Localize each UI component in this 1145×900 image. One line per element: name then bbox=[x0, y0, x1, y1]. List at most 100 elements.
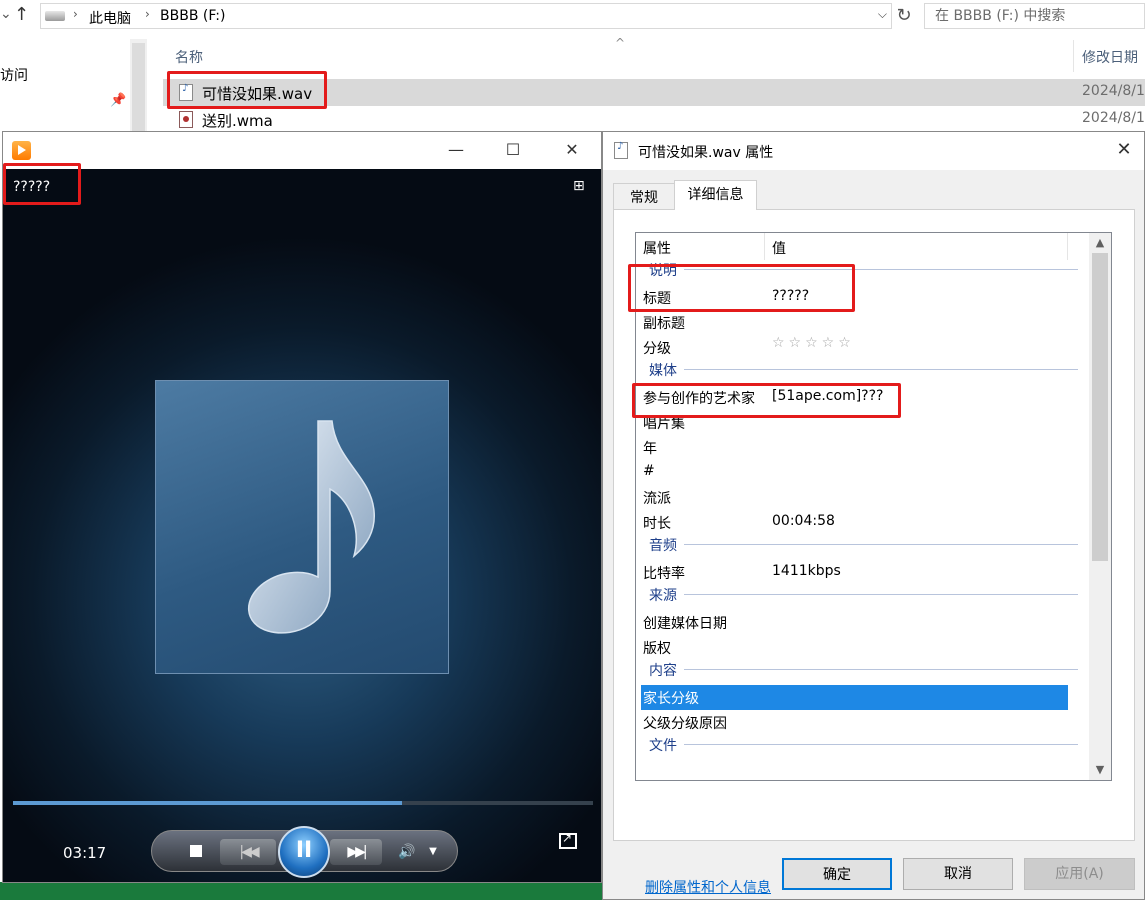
file-row[interactable]: 送别.wma 2024/8/1 bbox=[163, 106, 1145, 133]
chevron-down-icon[interactable]: ▼ bbox=[426, 841, 440, 863]
property-value: 00:04:58 bbox=[772, 513, 835, 529]
column-header-date[interactable]: 修改日期 bbox=[1082, 47, 1138, 67]
address-toolbar: ⌄ ↑ › 此电脑 › BBBB (F:) ⌵ ↻ bbox=[0, 0, 1145, 33]
nav-scrollbar-thumb[interactable] bbox=[132, 43, 145, 131]
property-name: 年 bbox=[643, 441, 657, 457]
close-icon[interactable]: ✕ bbox=[1113, 138, 1135, 162]
column-divider[interactable] bbox=[1073, 40, 1074, 72]
apply-button[interactable]: 应用(A) bbox=[1024, 858, 1135, 890]
property-name: 参与创作的艺术家 bbox=[643, 391, 755, 407]
column-divider[interactable] bbox=[764, 233, 765, 260]
property-row[interactable]: 创建媒体日期 bbox=[636, 610, 1089, 635]
search-box[interactable] bbox=[924, 3, 1145, 29]
maximize-button[interactable]: ☐ bbox=[498, 138, 528, 162]
switch-to-library-icon[interactable]: ⊞ bbox=[573, 178, 585, 194]
scroll-up-icon[interactable]: ▲ bbox=[1089, 233, 1111, 253]
property-row[interactable]: 唱片集 bbox=[636, 410, 1089, 435]
property-name: 标题 bbox=[643, 291, 671, 307]
elapsed-time: 03:17 bbox=[63, 844, 107, 862]
stop-button[interactable] bbox=[188, 843, 204, 859]
chevron-right-icon[interactable]: › bbox=[73, 7, 78, 21]
chevron-down-icon[interactable]: ⌵ bbox=[878, 7, 887, 22]
property-row[interactable]: 年 bbox=[636, 435, 1089, 460]
property-group-header[interactable]: 内容 bbox=[636, 657, 1089, 682]
property-row[interactable]: 家长分级 bbox=[641, 685, 1068, 710]
seek-bar[interactable] bbox=[13, 801, 593, 805]
breadcrumb-this-pc[interactable]: 此电脑 bbox=[89, 8, 131, 28]
column-header-property[interactable]: 属性 bbox=[643, 238, 671, 258]
desktop-background-strip bbox=[0, 882, 602, 900]
scroll-down-icon[interactable]: ▼ bbox=[1089, 760, 1111, 780]
property-name: 流派 bbox=[643, 491, 671, 507]
file-date: 2024/8/1 bbox=[1082, 110, 1145, 126]
property-list-scrollbar[interactable]: ▲ ▼ bbox=[1089, 233, 1111, 780]
property-group-header[interactable]: 说明 bbox=[636, 257, 1089, 282]
ok-button[interactable]: 确定 bbox=[782, 858, 892, 890]
pause-button[interactable]: II bbox=[278, 826, 330, 878]
address-bar[interactable]: › 此电脑 › BBBB (F:) ⌵ bbox=[40, 3, 892, 29]
breadcrumb-drive[interactable]: BBBB (F:) bbox=[160, 8, 225, 24]
group-divider bbox=[684, 544, 1078, 545]
group-divider bbox=[684, 744, 1078, 745]
audio-file-icon bbox=[614, 141, 628, 159]
property-group-label: 内容 bbox=[649, 663, 677, 679]
property-row[interactable]: # bbox=[636, 460, 1089, 485]
player-visualization-area: ????? ⊞ 03:17 |◀◀ II ▶▶| 🔊 ▼ bbox=[3, 169, 601, 882]
property-group-label: 来源 bbox=[649, 588, 677, 604]
back-arrow-icon[interactable]: ⌄ bbox=[0, 6, 12, 26]
column-header-name[interactable]: 名称 bbox=[175, 47, 203, 67]
property-value: ????? bbox=[772, 288, 810, 304]
property-group-header[interactable]: 来源 bbox=[636, 582, 1089, 607]
nav-scrollbar[interactable] bbox=[130, 39, 147, 133]
property-row[interactable]: 参与创作的艺术家 [51ape.com]??? bbox=[636, 385, 1089, 410]
fullscreen-icon[interactable] bbox=[559, 831, 577, 849]
property-list-header: 属性 值 bbox=[636, 233, 1089, 260]
nav-item-quick-access[interactable]: 访问 bbox=[0, 65, 28, 85]
close-button[interactable]: ✕ bbox=[557, 138, 587, 162]
file-row[interactable]: 可惜没如果.wav 2024/8/1 bbox=[163, 79, 1145, 106]
property-list[interactable]: 属性 值 说明 标题????? 副标题 分级 ☆☆☆☆☆ 媒体 参与创作的艺术家 [51ape… bbox=[635, 232, 1112, 781]
property-group-header[interactable]: 媒体 bbox=[636, 357, 1089, 382]
property-group-label: 文件 bbox=[649, 738, 677, 754]
rating-stars[interactable]: ☆☆☆☆☆ bbox=[772, 335, 855, 351]
media-file-icon bbox=[179, 111, 193, 128]
details-panel: 属性 值 说明 标题????? 副标题 分级 ☆☆☆☆☆ 媒体 参与创作的艺术家 [51ape… bbox=[613, 209, 1135, 896]
album-art bbox=[155, 380, 449, 674]
previous-button[interactable]: |◀◀ bbox=[220, 839, 276, 865]
tab-details[interactable]: 详细信息 bbox=[674, 180, 757, 210]
media-player-window: — ☐ ✕ ????? ⊞ 03:17 |◀◀ II ▶▶| 🔊 ▼ ↗ bbox=[2, 131, 602, 883]
playback-controls: |◀◀ II ▶▶| 🔊 ▼ bbox=[151, 826, 458, 878]
pin-icon[interactable]: 📌 bbox=[110, 93, 126, 108]
group-divider bbox=[684, 269, 1078, 270]
search-input[interactable] bbox=[925, 4, 1144, 28]
cancel-button[interactable]: 取消 bbox=[903, 858, 1013, 890]
property-group-header[interactable]: 文件 bbox=[636, 732, 1089, 757]
property-group-header[interactable]: 音频 bbox=[636, 532, 1089, 557]
music-note-icon bbox=[247, 420, 375, 634]
next-button[interactable]: ▶▶| bbox=[330, 839, 382, 865]
column-divider[interactable] bbox=[1067, 233, 1068, 260]
property-name: 时长 bbox=[643, 516, 671, 532]
property-row[interactable]: 副标题 bbox=[636, 310, 1089, 335]
minimize-button[interactable]: — bbox=[441, 138, 471, 162]
chevron-right-icon[interactable]: › bbox=[145, 7, 150, 21]
file-date: 2024/8/1 bbox=[1082, 83, 1145, 99]
file-list-header: 名称 ^ 修改日期 bbox=[163, 36, 1145, 72]
refresh-icon[interactable]: ↻ bbox=[893, 4, 915, 28]
remove-properties-link[interactable]: 删除属性和个人信息 bbox=[645, 877, 771, 897]
scrollbar-thumb[interactable] bbox=[1092, 253, 1108, 561]
tab-general[interactable]: 常规 bbox=[613, 183, 675, 210]
property-group-label: 说明 bbox=[649, 263, 677, 279]
volume-icon[interactable]: 🔊 bbox=[396, 841, 418, 863]
file-name[interactable]: 可惜没如果.wav bbox=[202, 83, 312, 104]
file-name[interactable]: 送别.wma bbox=[202, 110, 273, 131]
property-name: 版权 bbox=[643, 641, 671, 657]
property-row[interactable]: 流派 bbox=[636, 485, 1089, 510]
dialog-title: 可惜没如果.wav 属性 bbox=[638, 145, 774, 161]
seek-bar-progress bbox=[13, 801, 402, 805]
dialog-titlebar: 可惜没如果.wav 属性 ✕ bbox=[603, 132, 1144, 170]
up-arrow-icon[interactable]: ↑ bbox=[14, 4, 32, 26]
column-header-value[interactable]: 值 bbox=[772, 238, 786, 258]
property-row[interactable]: 标题????? bbox=[636, 285, 1089, 310]
property-name: 家长分级 bbox=[643, 691, 699, 707]
